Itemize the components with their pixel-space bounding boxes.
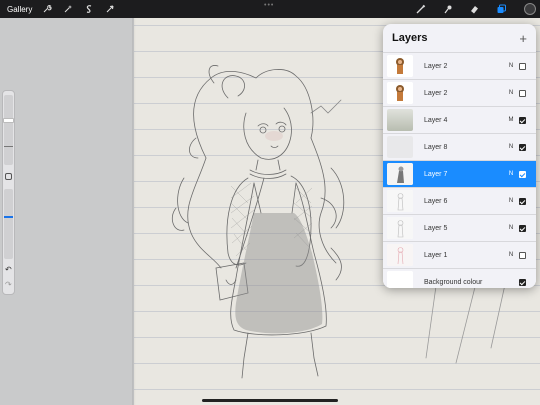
- layer-row[interactable]: Layer 6 N: [383, 187, 536, 214]
- eraser-icon[interactable]: [467, 2, 481, 16]
- layer-name: Layer 6: [424, 197, 448, 205]
- color-picker-swatch[interactable]: [524, 3, 536, 15]
- layer-row[interactable]: Layer 2 N: [383, 79, 536, 106]
- blend-mode-button[interactable]: N: [503, 144, 519, 150]
- layer-thumbnail[interactable]: [387, 244, 413, 266]
- layer-thumbnail[interactable]: [387, 55, 413, 77]
- layer-thumbnail[interactable]: [387, 217, 413, 239]
- layer-thumbnail[interactable]: [387, 82, 413, 104]
- layer-thumbnail[interactable]: [387, 190, 413, 212]
- layer-visibility-checkbox[interactable]: [519, 251, 526, 259]
- layer-name: Layer 2: [424, 89, 448, 97]
- sidebar-sliders: ↶ ↷: [2, 90, 15, 295]
- slider-divider: [4, 146, 13, 147]
- layer-row[interactable]: Layer 5 N: [383, 214, 536, 241]
- canvas-side-margin: [0, 18, 134, 405]
- blend-mode-button[interactable]: N: [503, 225, 519, 231]
- brush-icon[interactable]: [413, 2, 427, 16]
- smudge-icon[interactable]: [440, 2, 454, 16]
- layer-visibility-checkbox[interactable]: [519, 143, 526, 151]
- wrench-icon[interactable]: [40, 2, 54, 16]
- layer-name: Layer 7: [424, 170, 448, 178]
- undo-button[interactable]: ↶: [5, 265, 12, 274]
- selection-s-icon[interactable]: [82, 2, 96, 16]
- layer-visibility-checkbox[interactable]: [519, 170, 526, 178]
- layers-icon[interactable]: [494, 2, 508, 16]
- layer-visibility-checkbox[interactable]: [519, 62, 526, 70]
- blend-mode-button[interactable]: N: [503, 90, 519, 96]
- layer-visibility-checkbox[interactable]: [519, 224, 526, 232]
- layer-row[interactable]: Layer 2 N: [383, 52, 536, 79]
- layer-thumbnail[interactable]: [387, 163, 413, 185]
- layers-header: Layers +: [383, 24, 536, 52]
- layers-title: Layers: [392, 32, 428, 44]
- top-toolbar: Gallery •••: [0, 0, 540, 18]
- layer-name: Layer 2: [424, 62, 448, 70]
- brush-size-thumb[interactable]: [3, 118, 14, 123]
- brush-opacity-slider[interactable]: [4, 189, 13, 259]
- layer-row[interactable]: Layer 8 N: [383, 133, 536, 160]
- layers-panel: Layers + Layer 2 N Layer 2 N Layer 4 M Layer 8…: [383, 24, 536, 288]
- layer-row[interactable]: Layer 1 N: [383, 241, 536, 268]
- layer-thumbnail[interactable]: [387, 109, 413, 131]
- modify-button[interactable]: [5, 173, 12, 180]
- layer-row[interactable]: Background colour: [383, 268, 536, 288]
- more-dots-icon[interactable]: •••: [264, 2, 274, 9]
- layer-name: Layer 5: [424, 224, 448, 232]
- transform-arrow-icon[interactable]: [103, 2, 117, 16]
- gallery-button[interactable]: Gallery: [7, 5, 32, 14]
- brush-opacity-thumb[interactable]: [4, 216, 13, 218]
- layer-visibility-checkbox[interactable]: [519, 197, 526, 205]
- blend-mode-button[interactable]: N: [503, 63, 519, 69]
- brush-size-slider[interactable]: [4, 95, 13, 165]
- layer-visibility-checkbox[interactable]: [519, 278, 526, 286]
- redo-button[interactable]: ↷: [5, 280, 12, 289]
- blend-mode-button[interactable]: M: [503, 117, 519, 123]
- layer-name: Layer 4: [424, 116, 448, 124]
- layer-list: Layer 2 N Layer 2 N Layer 4 M Layer 8 N Layer 7 N…: [383, 52, 536, 288]
- layer-visibility-checkbox[interactable]: [519, 116, 526, 124]
- layer-row[interactable]: Layer 4 M: [383, 106, 536, 133]
- layer-row[interactable]: Layer 7 N: [383, 160, 536, 187]
- add-layer-button[interactable]: +: [519, 32, 527, 45]
- magic-wand-icon[interactable]: [61, 2, 75, 16]
- layer-thumbnail[interactable]: [387, 271, 413, 288]
- layer-thumbnail[interactable]: [387, 136, 413, 158]
- blend-mode-button[interactable]: N: [503, 252, 519, 258]
- layer-name: Layer 8: [424, 143, 448, 151]
- layer-visibility-checkbox[interactable]: [519, 89, 526, 97]
- layer-name: Background colour: [424, 278, 483, 286]
- blend-mode-button[interactable]: N: [503, 198, 519, 204]
- blend-mode-button[interactable]: N: [503, 171, 519, 177]
- home-indicator: [202, 399, 338, 402]
- layer-name: Layer 1: [424, 251, 448, 259]
